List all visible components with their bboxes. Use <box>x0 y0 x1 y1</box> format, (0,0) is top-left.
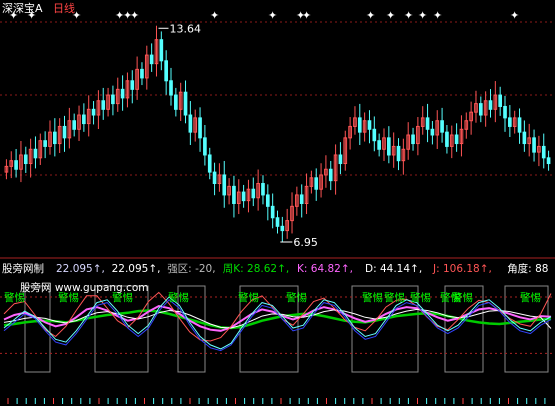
candle-body <box>478 103 483 116</box>
signal-marker-icon: ✦ <box>366 9 375 22</box>
stock-name-title: 深深宝A <box>2 1 43 15</box>
candle-body <box>140 68 144 79</box>
candle-body <box>445 131 449 147</box>
candle-body <box>372 128 377 142</box>
candle-body <box>169 80 173 96</box>
candle-body <box>183 91 188 116</box>
candle-body <box>241 191 246 202</box>
candle-body <box>62 125 67 139</box>
candle-body <box>503 105 507 119</box>
candle-body <box>14 160 18 170</box>
signal-marker-icon: ✦ <box>268 9 277 22</box>
candle-body <box>454 134 459 145</box>
candle-body <box>120 88 125 99</box>
candle-body <box>33 148 38 159</box>
indicator-value-6: J: 106.18↑, <box>432 263 492 275</box>
indicator-value-3: 周K: 28.62↑, <box>223 263 289 275</box>
candle-body <box>328 168 333 182</box>
candle-body <box>498 94 503 107</box>
indicator-value-5: D: 44.14↑, <box>365 263 422 275</box>
candle-body <box>265 194 270 207</box>
signal-marker-icon: ✦ <box>404 9 413 22</box>
candle-body <box>222 174 227 196</box>
candle-body <box>411 134 415 145</box>
candle-body <box>387 137 391 156</box>
signal-label-10: 警惕 <box>452 291 473 304</box>
signal-label-7: 警惕 <box>384 291 405 304</box>
candle-body <box>396 145 401 162</box>
candle-body <box>546 157 551 165</box>
candle-body <box>275 217 280 227</box>
candle-body <box>541 145 546 159</box>
candle-body <box>207 154 212 173</box>
candle-body <box>488 100 493 110</box>
signal-label-5: 警惕 <box>286 291 307 304</box>
candle-body <box>430 128 435 136</box>
indicator-line-5 <box>3 296 552 350</box>
signal-label-6: 警惕 <box>362 291 383 304</box>
signal-marker-icon: ✦ <box>210 9 219 22</box>
candle-body <box>338 154 343 165</box>
high-price-label: 13.64 <box>169 22 201 35</box>
candle-body <box>43 140 47 147</box>
candle-body <box>270 205 275 219</box>
candle-body <box>251 188 256 199</box>
candle-body <box>314 177 319 190</box>
indicator-value-0: 22.095↑, <box>56 263 105 275</box>
candle-body <box>440 120 444 133</box>
candle-body <box>198 117 202 139</box>
candle-body <box>261 183 265 196</box>
candle-body <box>232 185 236 204</box>
low-price-label: 6.95 <box>293 236 318 249</box>
candle-body <box>101 100 106 110</box>
signal-marker-icon: ✦ <box>418 9 427 22</box>
signal-marker-icon: ✦ <box>433 9 442 22</box>
candle-body <box>367 120 372 130</box>
indicator-value-4: K: 64.82↑, <box>297 263 353 275</box>
watermark-text: 股旁网 www.gupang.com <box>20 281 148 294</box>
candle-body <box>188 114 193 133</box>
candle-body <box>357 117 362 133</box>
candle-body <box>130 80 135 90</box>
signal-marker-icon: ✦ <box>510 9 519 22</box>
signal-label-4: 警惕 <box>238 291 259 304</box>
candle-body <box>280 225 285 232</box>
signal-label-8: 警惕 <box>410 291 431 304</box>
candle-body <box>111 94 115 105</box>
candle-body <box>425 117 430 130</box>
candle-body <box>72 120 77 130</box>
indicator-title: 股旁网制 <box>2 262 44 275</box>
candle-body <box>23 154 28 165</box>
candle-body <box>174 94 178 110</box>
candle-body <box>508 117 512 127</box>
candle-body <box>212 171 217 185</box>
signal-marker-icon: ✦ <box>302 9 311 22</box>
candle-body <box>299 194 304 204</box>
candle-body <box>159 39 164 62</box>
signal-marker-icon: ✦ <box>386 9 395 22</box>
signal-marker-icon: ✦ <box>130 9 139 22</box>
candle-body <box>82 114 86 125</box>
candle-body <box>517 117 522 133</box>
period-title: 日线 <box>53 1 75 15</box>
candle-body <box>164 60 168 82</box>
signal-label-3: 警惕 <box>168 291 189 304</box>
candle-body <box>522 131 527 145</box>
indicator-value-1: 22.095↑, <box>112 263 161 275</box>
candle-body <box>532 137 536 153</box>
candle-body <box>377 140 381 150</box>
candle-body <box>52 131 57 145</box>
candle-body <box>91 108 96 116</box>
indicator-value-2: 强区: -20, <box>167 263 215 275</box>
candle-body <box>203 137 207 156</box>
chart-stage: 13.64 6.95 ✦ ✦ ✦ ✦ ✦ ✦ ✦ ✦ ✦ ✦ ✦ ✦ ✦ ✦ ✦ ✦ 深深宝A 日线 股旁网制 22.09… <box>0 0 555 406</box>
indicator-value-7: 角度: 88 <box>507 262 548 275</box>
signal-label-11: 警惕 <box>520 291 541 304</box>
candle-body <box>149 54 154 65</box>
stock-chart-svg: 13.646.95✦ ✦ ✦ ✦✦✦ ✦ ✦ ✦✦ ✦ ✦ ✦ ✦ ✦ ✦深深宝A 日线股旁网制 22.09… <box>0 1 555 404</box>
